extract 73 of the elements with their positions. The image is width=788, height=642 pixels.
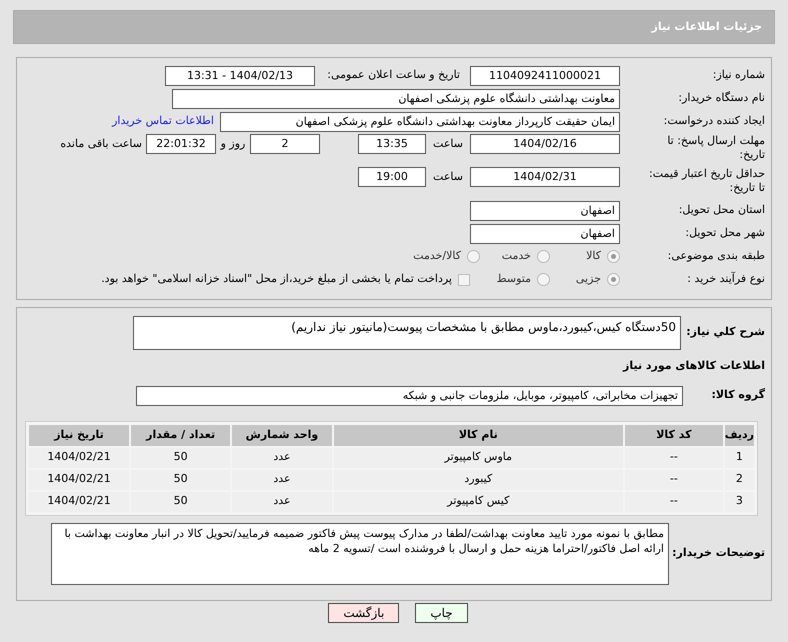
- field-label: ساعت: [432, 169, 464, 185]
- column-header: کد کالا: [624, 424, 723, 446]
- field-label: ساعت: [432, 136, 464, 152]
- field-label: طبقه بندی موضوعی:: [666, 248, 765, 264]
- section-heading: اطلاعات کالاهای مورد نیاز: [622, 358, 765, 374]
- column-header: نام کالا: [334, 424, 623, 446]
- table-cell: 3: [724, 492, 754, 512]
- input-field[interactable]: 19:00: [358, 167, 426, 187]
- column-header: ردیف: [724, 424, 754, 446]
- field-label: ایجاد کننده درخواست:: [662, 113, 765, 130]
- radio-button[interactable]: [607, 273, 620, 286]
- field-label: حداقل تاریخ اعتبار قیمت: تا تاریخ:: [648, 167, 765, 195]
- table-cell: 1404/02/21: [29, 492, 130, 512]
- table-cell: 50: [131, 448, 230, 468]
- text-area[interactable]: 50دستگاه کیس،کیبورد،ماوس مطابق با مشخصات پیوست(مانیتور نیاز نداریم): [133, 316, 681, 350]
- field-label: نوع فرآیند خرید :: [686, 271, 765, 288]
- input-field[interactable]: 2: [250, 134, 320, 154]
- field-label: ساعت باقی مانده: [60, 136, 143, 152]
- table-cell: 2: [724, 470, 754, 490]
- table-cell: --: [624, 470, 723, 490]
- column-header: تعداد / مقدار: [131, 424, 230, 446]
- radio-button[interactable]: [467, 250, 480, 263]
- field-label: روز و: [219, 136, 246, 152]
- field-label: توضیحات خریدار:: [671, 545, 765, 562]
- radio-label: جزیی: [576, 271, 601, 288]
- radio-button[interactable]: [537, 273, 550, 286]
- input-field[interactable]: اصفهان: [470, 224, 620, 244]
- radio-label: متوسط: [496, 271, 531, 288]
- field-label: شهر محل تحویل:: [684, 225, 765, 242]
- radio-label: خدمت: [502, 248, 531, 264]
- table-cell: 1404/02/21: [29, 470, 130, 490]
- text-area[interactable]: مطابق با نمونه مورد تایید معاونت بهداشت/لطفا در مدارک پیوست پیش فاکتور ضمیمه فرمایید/تحویل کالا در انبار معاونت بهداشت با ارائه اصل فاکتور/احتراما هزینه حمل و ارسال با فروشنده است /تسویه 2 ماهه: [51, 522, 669, 584]
- column-header: تاریخ نیاز: [29, 424, 130, 446]
- field-label: شرح کلي نياز:: [685, 324, 765, 340]
- field-label: شماره نیاز:: [712, 67, 765, 84]
- input-field[interactable]: 1404/02/31: [470, 167, 620, 187]
- page-title: جزئیات اطلاعات نیاز: [652, 18, 762, 35]
- field-label: مهلت ارسال پاسخ: تا تاریخ:: [666, 134, 765, 162]
- input-field[interactable]: اصفهان: [470, 200, 620, 220]
- back-button[interactable]: بازگشت: [328, 602, 400, 622]
- field-label: تاریخ و ساعت اعلان عمومی:: [326, 67, 460, 84]
- table-cell: --: [624, 492, 723, 512]
- print-button[interactable]: چاپ: [415, 602, 468, 622]
- radio-button[interactable]: [537, 250, 550, 263]
- column-header: واحد شمارش: [232, 424, 332, 446]
- table-cell: کیس کامپیوتر: [334, 492, 623, 512]
- table-cell: ماوس کامپیوتر: [334, 448, 623, 468]
- input-field[interactable]: 1404/02/16: [470, 134, 620, 154]
- input-field[interactable]: تجهیزات مخابراتی، کامپیوتر، موبایل، ملزومات جانبی و شبکه: [136, 386, 683, 406]
- input-field[interactable]: 22:01:32: [146, 134, 216, 154]
- table-cell: عدد: [232, 492, 332, 512]
- table-cell: --: [624, 448, 723, 468]
- table-cell: 50: [131, 470, 230, 490]
- input-field[interactable]: 13:35: [358, 134, 426, 154]
- input-field[interactable]: ایمان حقیقت کارپرداز معاونت بهداشتی دانشگاه علوم پزشکی اصفهان: [220, 112, 620, 132]
- table-cell: 50: [131, 492, 230, 512]
- table-cell: 1404/02/21: [29, 448, 130, 468]
- input-field[interactable]: 1104092411000021: [470, 66, 620, 86]
- contact-link[interactable]: اطلاعات تماس خریدار: [112, 113, 214, 130]
- field-label: گروه کالا:: [710, 387, 765, 404]
- checkbox[interactable]: [458, 274, 470, 286]
- table-cell: عدد: [232, 448, 332, 468]
- table-cell: عدد: [232, 470, 332, 490]
- radio-label: کالا: [586, 248, 601, 264]
- field-label: نام دستگاه خریدار:: [677, 90, 765, 106]
- table-cell: 1: [724, 448, 754, 468]
- radio-button[interactable]: [607, 250, 620, 263]
- table-cell: کیبورد: [334, 470, 623, 490]
- radio-label: کالا/خدمت: [413, 248, 461, 264]
- input-field[interactable]: معاونت بهداشتی دانشگاه علوم پزشکی اصفهان: [172, 88, 620, 108]
- payment-note: پرداخت تمام یا بخشی از مبلغ خرید،از محل "اسناد خزانه اسلامی" خواهد بود.: [101, 271, 452, 288]
- input-field[interactable]: 1404/02/13 - 13:31: [165, 66, 315, 86]
- field-label: استان محل تحویل:: [678, 202, 765, 218]
